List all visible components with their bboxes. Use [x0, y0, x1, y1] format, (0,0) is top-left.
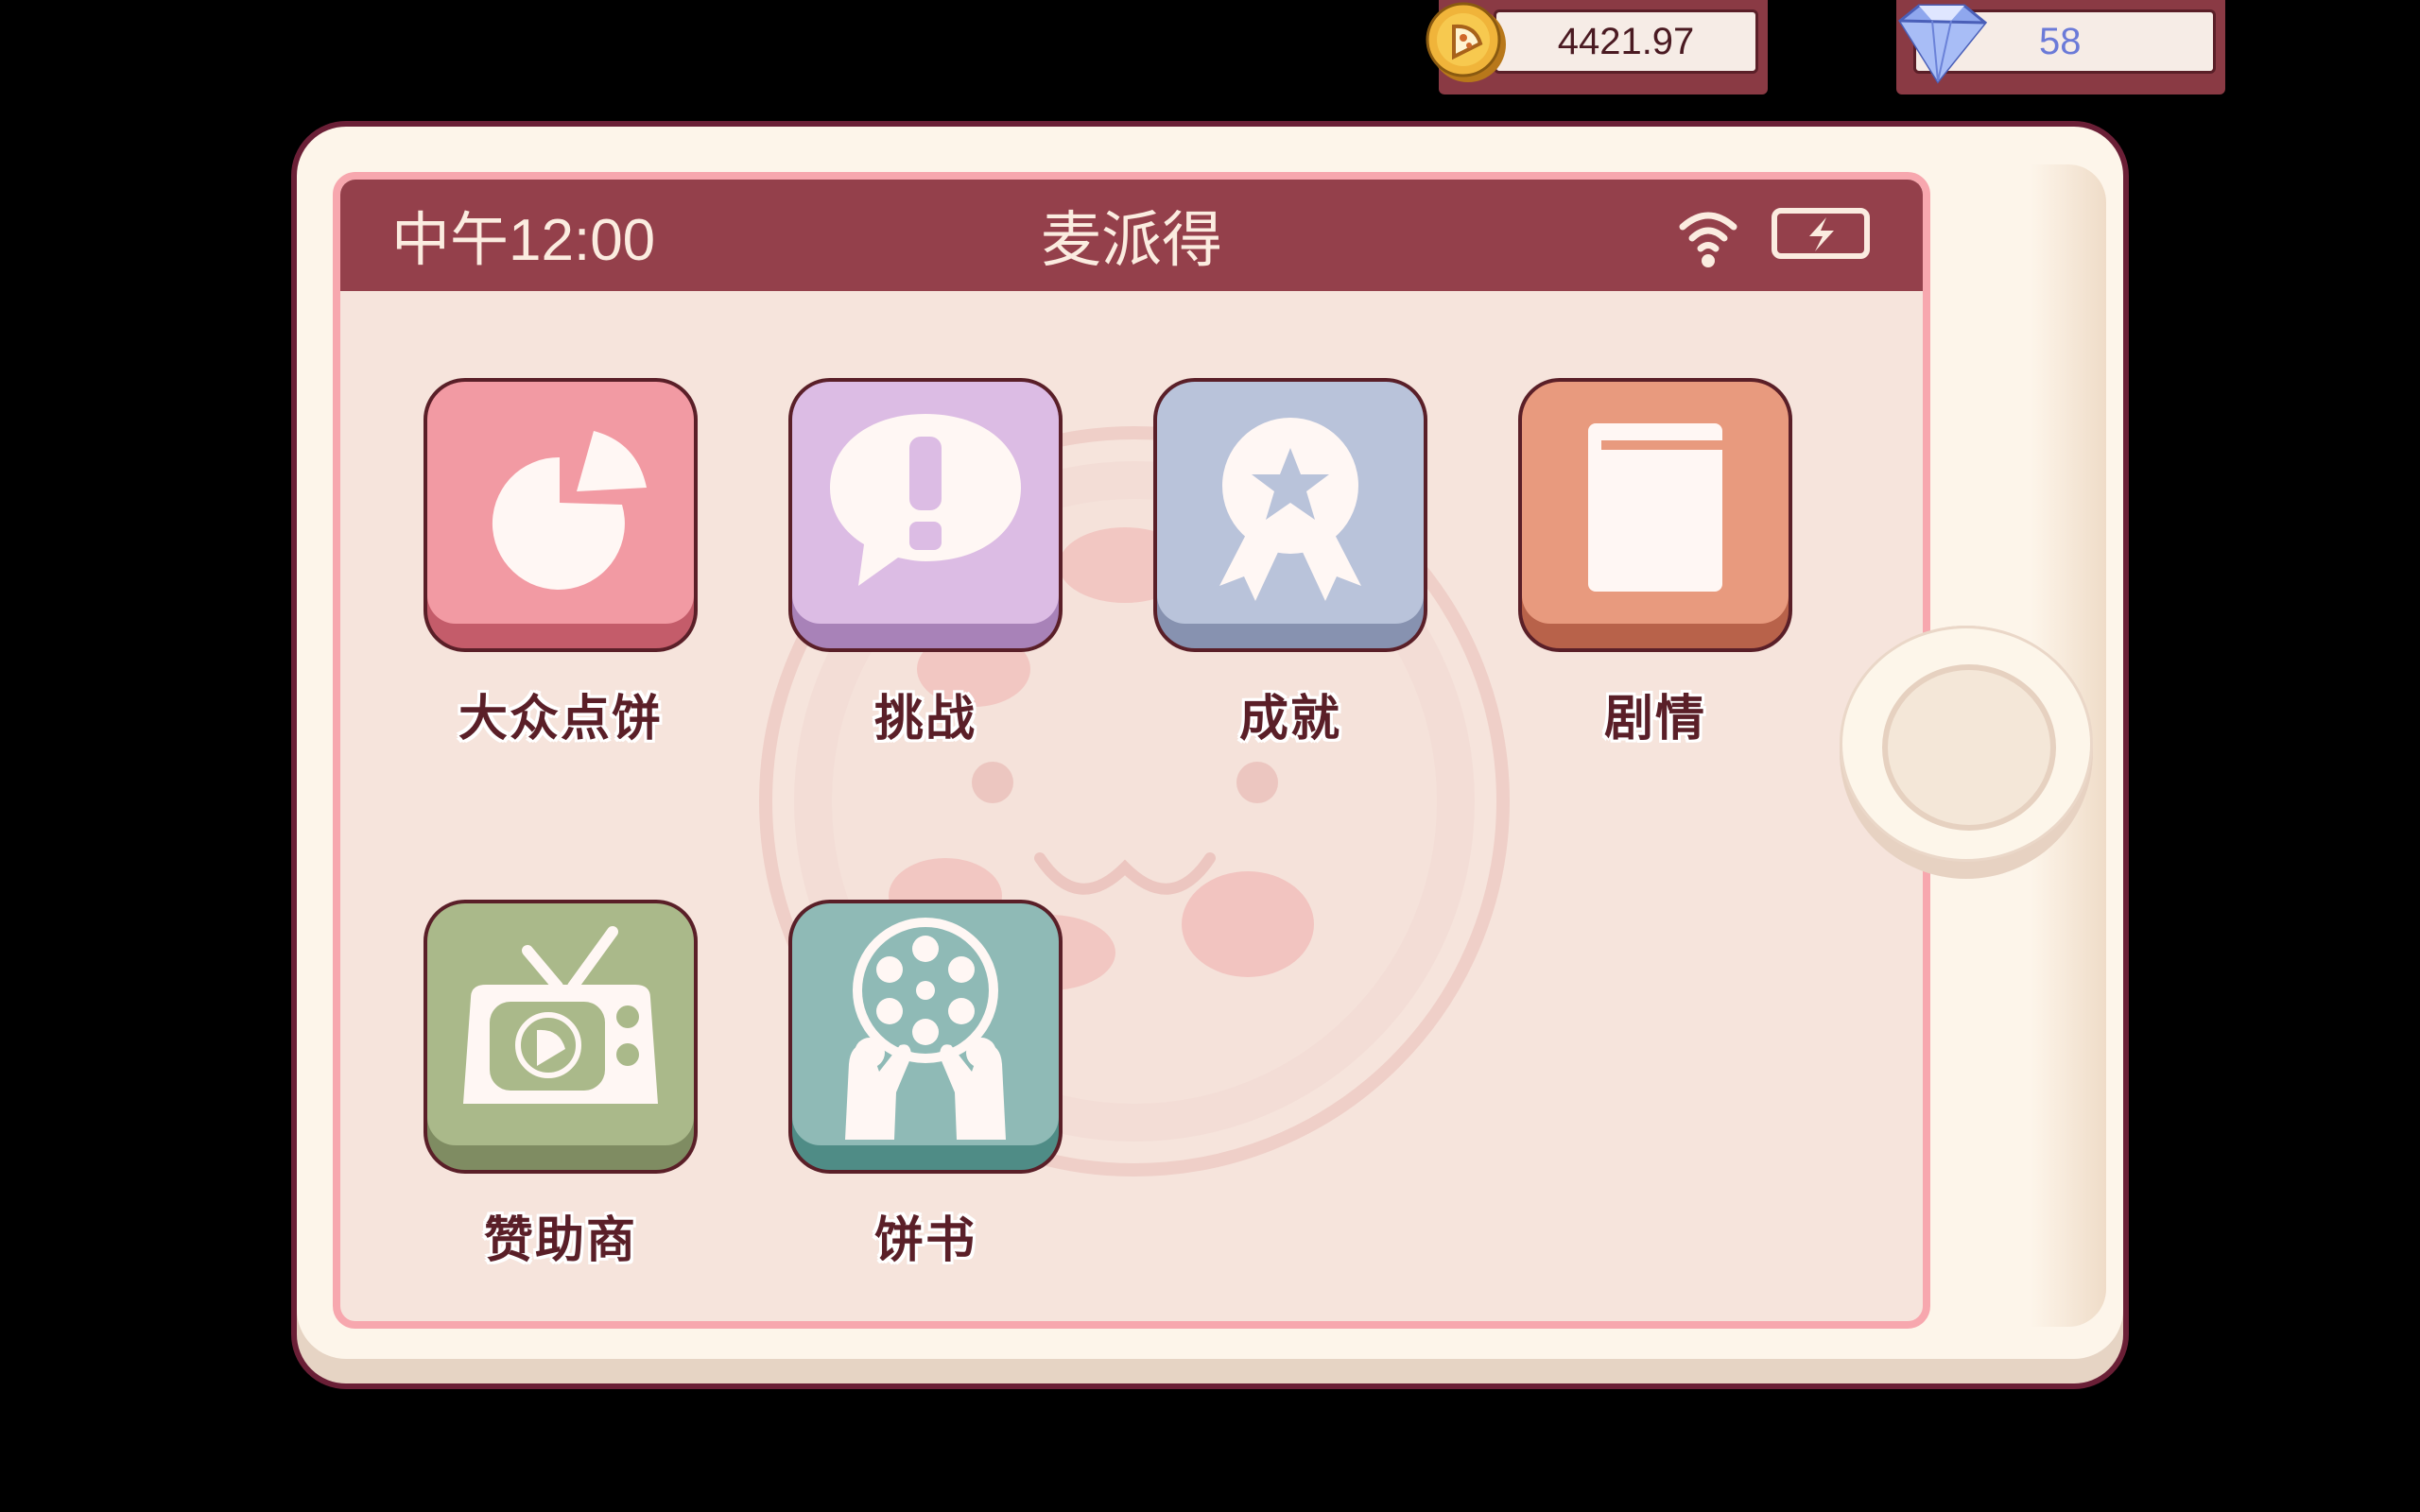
book-icon: [1588, 423, 1722, 592]
app-bingshu[interactable]: 饼书: [788, 900, 1063, 1269]
app-tile[interactable]: [1153, 378, 1427, 652]
app-zanzhushang[interactable]: 赞助商: [424, 900, 698, 1269]
app-label: 挑战: [873, 691, 977, 747]
app-label: 剧情: [1603, 691, 1706, 747]
app-chengjiu[interactable]: 成就: [1153, 378, 1427, 747]
home-button-face[interactable]: [1840, 626, 2093, 862]
wifi-icon: [1679, 212, 1737, 267]
status-bar: 中午12:00 麦派得: [340, 180, 1923, 291]
app-tile[interactable]: [1518, 378, 1792, 652]
app-tile[interactable]: [788, 378, 1063, 652]
app-tiaozhan[interactable]: 挑战: [788, 378, 1063, 747]
pie-chart-icon: [492, 431, 647, 590]
diamond-icon: [1898, 4, 1988, 84]
app-dazhong-dianbing[interactable]: 大众点饼: [424, 378, 698, 747]
app-juqing[interactable]: 剧情: [1518, 378, 1792, 747]
battery-charging-icon: [1772, 208, 1870, 259]
phone-screen: 中午12:00 麦派得 大众点饼 挑战 成就 剧情 赞助商 饼书: [333, 172, 1930, 1329]
film-reel-hands-icon: [845, 918, 1006, 1140]
pizza-coin-icon: [1426, 2, 1506, 82]
home-button-inner: [1882, 664, 2056, 831]
home-button[interactable]: [1840, 626, 2093, 879]
tv-icon: [463, 926, 658, 1104]
app-label: 赞助商: [483, 1212, 637, 1269]
coin-field: 4421.97: [1494, 9, 1758, 74]
speech-bubble-exclamation-icon: [830, 414, 1021, 586]
award-medal-star-icon: [1219, 418, 1361, 601]
coin-amount: 4421.97: [1557, 21, 1695, 62]
app-label: 饼书: [873, 1212, 977, 1269]
app-tile[interactable]: [424, 378, 698, 652]
app-label: 大众点饼: [458, 691, 663, 747]
app-label: 成就: [1238, 691, 1341, 747]
app-tile[interactable]: [424, 900, 698, 1174]
app-tile[interactable]: [788, 900, 1063, 1174]
gem-amount: 58: [2039, 21, 2082, 62]
